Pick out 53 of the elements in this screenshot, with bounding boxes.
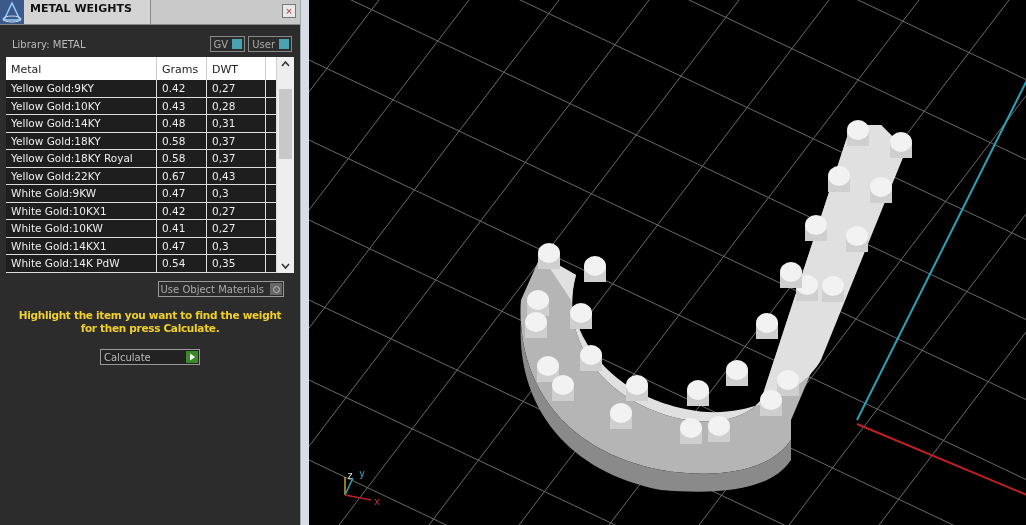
table-cell: Yellow Gold:18KY Royal <box>6 150 157 167</box>
table-cell: 0,37 <box>207 132 266 150</box>
table-cell: 0,43 <box>207 167 266 185</box>
close-button[interactable]: × <box>282 4 296 18</box>
use-object-materials-toggle[interactable]: Use Object Materials <box>157 281 284 297</box>
table-cell: White Gold:10KW <box>6 220 157 237</box>
scrollbar-thumb[interactable] <box>279 89 292 159</box>
app-logo-icon <box>0 0 24 24</box>
table-cell: White Gold:14KX1 <box>6 237 157 255</box>
table-cell: Yellow Gold:14KY <box>6 115 157 132</box>
axis-label: x <box>374 497 381 507</box>
table-cell: 0.42 <box>157 202 207 220</box>
table-cell: White Gold:10KX1 <box>6 202 157 220</box>
axis-label: y <box>359 469 366 479</box>
table-cell: White Gold:9KW <box>6 185 157 202</box>
table-cell: 0.42 <box>157 80 207 97</box>
table-cell: 0,27 <box>207 220 266 237</box>
table-cell: 0.58 <box>157 132 207 150</box>
table-row[interactable]: White Gold:10KW 0.41 0,27 <box>6 220 277 238</box>
table-cell: 0,28 <box>207 97 266 115</box>
table-cell: 0,27 <box>207 202 266 220</box>
toggle-switch[interactable]: GV <box>209 36 246 52</box>
table-cell: 0.41 <box>157 220 207 237</box>
table-cell: 0,3 <box>207 185 266 202</box>
table-cell: 0,27 <box>207 80 266 97</box>
table-cell: Yellow Gold:10KY <box>6 97 157 115</box>
table-cell: 0.54 <box>157 255 207 272</box>
play-icon <box>186 351 198 363</box>
table-cell: 0,35 <box>207 255 266 272</box>
axis-label: z <box>347 471 354 481</box>
table-cell: Yellow Gold:22KY <box>6 167 157 185</box>
table-cell: Yellow Gold:9KY <box>6 80 157 97</box>
table-cell: 0,3 <box>207 237 266 255</box>
table-cell: Yellow Gold:18KY <box>6 132 157 150</box>
calculate-button[interactable]: Calculate <box>100 349 200 365</box>
table-row[interactable]: Yellow Gold:18KY Royal 0.58 0,37 <box>6 150 277 168</box>
table-cell: 0.48 <box>157 115 207 132</box>
table-row[interactable]: White Gold:9KW 0.47 0,3 <box>6 185 277 203</box>
library-label: Library: METAL <box>12 38 87 50</box>
table-row[interactable]: Yellow Gold:9KY 0.42 0,27 <box>6 80 277 98</box>
instruction-text: Highlight the item you want to find the weight for then press Calculate. <box>17 308 283 335</box>
table-row[interactable]: Yellow Gold:14KY 0.48 0,31 <box>6 115 277 133</box>
table-cell: 0.47 <box>157 237 207 255</box>
table-cell: 0.67 <box>157 167 207 185</box>
table-cell: 0.58 <box>157 150 207 167</box>
table-cell: 0.47 <box>157 185 207 202</box>
table-cell: 0,37 <box>207 150 266 167</box>
table-cell: 0.43 <box>157 97 207 115</box>
toggle-switch[interactable]: User <box>248 36 292 52</box>
window-title: METAL WEIGHTS <box>24 0 151 24</box>
table-row[interactable]: White Gold:14K PdW 0.54 0,35 <box>6 255 277 273</box>
table-cell: 0,31 <box>207 115 266 132</box>
table-cell: White Gold:14K PdW <box>6 255 157 272</box>
